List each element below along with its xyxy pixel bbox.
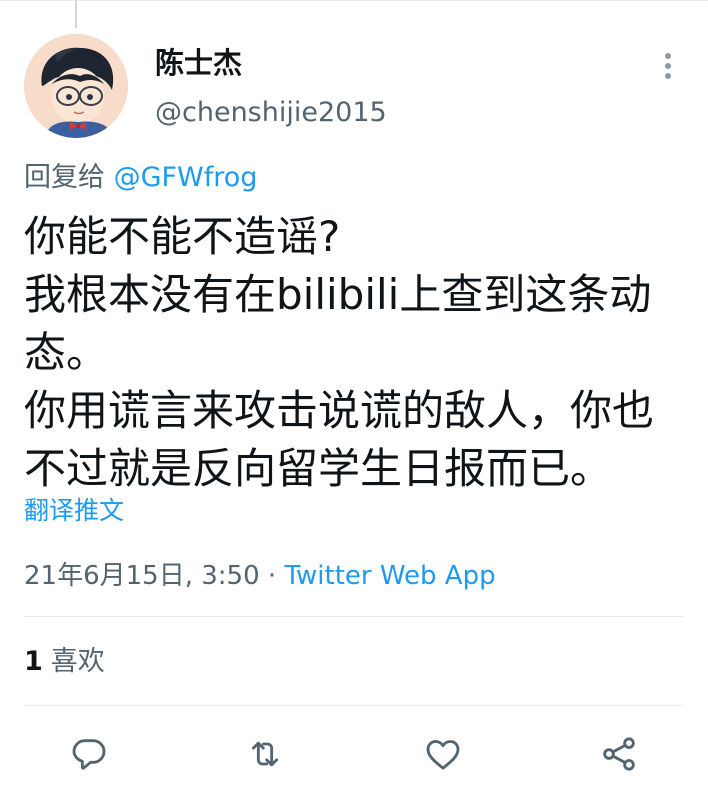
- retweet-icon: [251, 741, 279, 767]
- avatar-illustration: [24, 34, 128, 138]
- tweet-source-link[interactable]: Twitter Web App: [284, 561, 495, 591]
- divider: [24, 616, 684, 617]
- author-display-name[interactable]: 陈士杰: [155, 43, 242, 83]
- translate-tweet-link[interactable]: 翻译推文: [24, 493, 124, 529]
- tweet-body: 你能不能不造谣? 我根本没有在bilibili上查到这条动 态。 你用谎言来攻击…: [24, 208, 690, 498]
- avatar[interactable]: [24, 34, 128, 138]
- tweet-text-line: 你能不能不造谣?: [24, 212, 341, 261]
- top-divider: [0, 0, 708, 1]
- likes-label: 喜欢: [50, 646, 105, 677]
- reply-button[interactable]: [67, 732, 111, 776]
- tweet-metadata: 21年6月15日, 3:50 · Twitter Web App: [24, 556, 496, 596]
- tweet-text-line: 态。: [24, 328, 109, 377]
- reply-icon: [72, 739, 106, 770]
- author-handle[interactable]: @chenshijie2015: [155, 94, 387, 132]
- more-options-button[interactable]: [650, 44, 686, 88]
- likes-count: 1: [24, 646, 43, 677]
- tweet-text-line: 不过就是反向留学生日报而已。: [24, 444, 613, 493]
- meta-separator: ·: [259, 561, 285, 591]
- likes-summary[interactable]: 1 喜欢: [24, 642, 105, 682]
- reply-mention-link[interactable]: @GFWfrog: [114, 162, 258, 193]
- tweet-text-line: 我根本没有在bilibili上查到这条动: [24, 270, 652, 319]
- tweet-text-line: 你用谎言来攻击说谎的敌人，你也: [24, 386, 655, 435]
- divider: [24, 705, 684, 706]
- tweet-timestamp[interactable]: 21年6月15日, 3:50: [24, 561, 260, 591]
- reply-context: 回复给 @GFWfrog: [24, 158, 257, 198]
- like-button[interactable]: [421, 732, 465, 776]
- retweet-button[interactable]: [243, 732, 287, 776]
- share-icon: [603, 737, 635, 771]
- more-vertical-icon: [665, 53, 671, 79]
- heart-icon: [426, 740, 460, 770]
- share-button[interactable]: [597, 732, 641, 776]
- reply-prefix: 回复给: [24, 162, 105, 193]
- thread-connector-line: [75, 0, 77, 28]
